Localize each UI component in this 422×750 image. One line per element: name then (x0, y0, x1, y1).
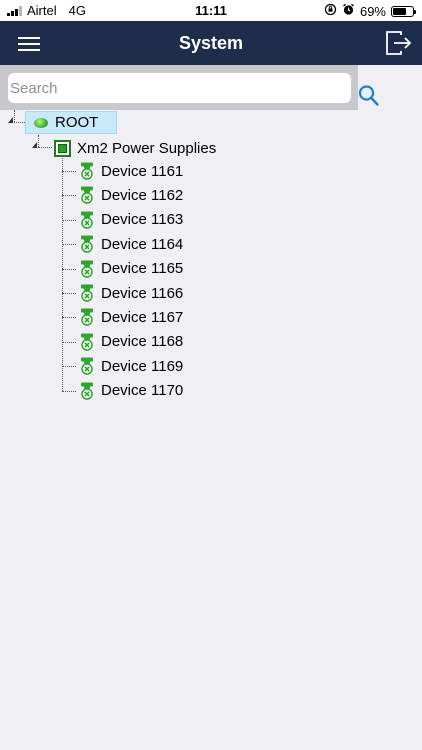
tree-node-label: Device 1167 (101, 308, 184, 326)
tree-connector (62, 390, 76, 392)
tree-connector (14, 110, 15, 122)
tree-node-label: Device 1161 (101, 162, 184, 180)
tree-node-label: Xm2 Power Supplies (77, 139, 217, 157)
power-supply-icon (78, 162, 96, 180)
tree-connector (62, 171, 76, 172)
tree-connector (62, 195, 76, 197)
tree-node-label: Device 1168 (101, 333, 184, 351)
tree-node-device[interactable]: Device 1170 (78, 381, 183, 401)
tree-node-device[interactable]: Device 1166 (78, 283, 183, 303)
tree-connector (62, 317, 76, 319)
tree-connector (38, 147, 52, 148)
tree-node-device[interactable]: Device 1163 (78, 210, 183, 230)
tree-connector (62, 244, 76, 246)
status-right: 69% (324, 3, 416, 19)
tree-connector (38, 135, 39, 147)
tree-node-label: Device 1163 (101, 211, 184, 229)
power-supply-icon (78, 284, 96, 302)
tree-node-device[interactable]: Device 1164 (78, 234, 183, 254)
page-title: System (178, 33, 244, 53)
group-box-icon (54, 139, 71, 157)
tree-node-device[interactable]: Device 1168 (78, 332, 183, 352)
power-supply-icon (78, 308, 96, 327)
tree-connector (62, 219, 76, 221)
power-supply-icon (78, 382, 96, 400)
green-led-icon (34, 117, 48, 128)
tree-node-device[interactable]: Device 1162 (78, 185, 183, 205)
tree-node-label: Device 1169 (101, 357, 184, 375)
tree-node-label: ROOT (55, 114, 99, 131)
search-icon[interactable] (358, 84, 380, 108)
group-expander-icon[interactable] (32, 142, 37, 148)
alarm-icon (342, 3, 355, 19)
battery-icon (391, 5, 416, 17)
battery-fill (393, 7, 407, 15)
tree-connector (62, 341, 76, 343)
tree-node-label: Device 1166 (101, 284, 184, 302)
tree-node-label: Device 1162 (101, 186, 184, 204)
power-supply-icon (78, 357, 96, 375)
tree-connector (62, 158, 63, 391)
tree-node-device[interactable]: Device 1161 (78, 161, 183, 181)
rotation-lock-icon (324, 3, 337, 19)
tree-node-label: Device 1170 (101, 382, 184, 400)
logout-icon[interactable] (384, 29, 412, 57)
power-supply-icon (78, 260, 96, 278)
search-input[interactable] (8, 73, 351, 103)
search-bar (0, 65, 358, 110)
power-supply-icon (78, 186, 96, 205)
tree-connector (62, 268, 76, 270)
tree-connector (62, 293, 76, 294)
power-supply-icon (78, 333, 96, 351)
tree-node-label: Device 1164 (101, 235, 184, 253)
tree-node-label: Device 1165 (101, 260, 184, 278)
status-bar: Airtel 4G 11:11 69% (0, 0, 422, 21)
nav-bar: System (0, 21, 422, 65)
power-supply-icon (78, 235, 96, 253)
tree-connector (14, 122, 25, 123)
tree-node-device[interactable]: Device 1165 (78, 259, 183, 279)
tree-node-group[interactable]: Xm2 Power Supplies (54, 138, 216, 158)
tree-node-device[interactable]: Device 1169 (78, 356, 183, 376)
battery-percent: 69% (359, 3, 386, 19)
tree-node-device[interactable]: Device 1167 (78, 307, 183, 327)
root-expander-icon[interactable] (8, 117, 13, 123)
tree-connector (62, 366, 76, 368)
tree-node-root[interactable]: ROOT (25, 111, 117, 134)
power-supply-icon (78, 211, 96, 229)
